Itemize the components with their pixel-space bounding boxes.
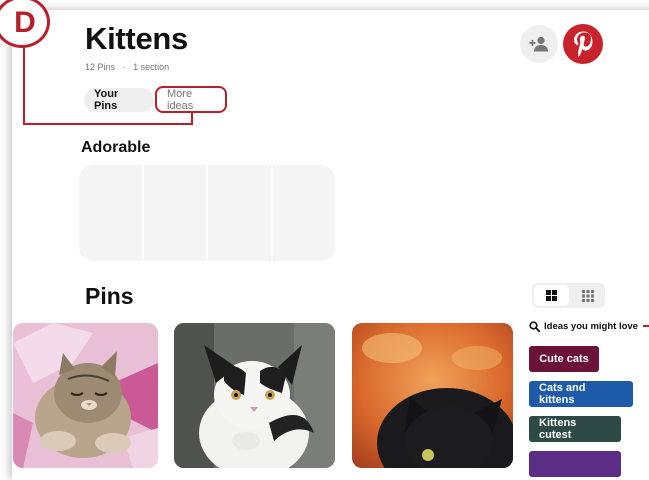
view-small-grid-button[interactable] bbox=[571, 283, 606, 308]
pins-title: Pins bbox=[85, 283, 134, 309]
meta-separator: · bbox=[122, 62, 126, 72]
pinterest-logo-icon bbox=[574, 31, 593, 57]
section-cover-tile bbox=[208, 165, 271, 261]
grid-large-icon bbox=[545, 290, 557, 301]
ideas-heading: Ideas you might love bbox=[529, 321, 638, 332]
kitten-photo-black-cat bbox=[352, 323, 513, 468]
add-collaborator-icon bbox=[529, 36, 548, 52]
callout-line-horizontal bbox=[23, 123, 193, 125]
section-cover-tile bbox=[143, 165, 206, 261]
add-collaborator-button[interactable] bbox=[520, 25, 558, 63]
pinterest-logo[interactable] bbox=[563, 24, 603, 64]
callout-line-vertical bbox=[23, 46, 25, 125]
idea-chip-cute-cats[interactable]: Cute cats bbox=[529, 346, 599, 372]
section-cover-tile bbox=[272, 165, 335, 261]
section-cover-tile bbox=[79, 165, 142, 261]
callout-edge-dash bbox=[643, 325, 649, 327]
section-title: Adorable bbox=[81, 139, 151, 156]
callout-line-connector bbox=[191, 111, 193, 125]
kitten-photo-sleeping-tabby bbox=[13, 323, 158, 468]
board-meta: 12 Pins · 1 section bbox=[85, 62, 169, 72]
section-cover[interactable] bbox=[79, 165, 335, 261]
section-count: 1 section bbox=[133, 62, 170, 72]
pin-card[interactable] bbox=[13, 323, 158, 468]
view-toggle bbox=[532, 283, 605, 308]
pin-card[interactable] bbox=[174, 323, 335, 468]
kitten-photo-black-white bbox=[174, 323, 335, 468]
idea-chip-kittens-cutest[interactable]: Kittens cutest bbox=[529, 416, 621, 442]
callout-letter: D bbox=[14, 6, 36, 39]
pin-card[interactable] bbox=[352, 323, 513, 468]
idea-chip-cats-and-kittens[interactable]: Cats and kittens bbox=[529, 381, 633, 407]
callout-highlight-box bbox=[155, 86, 227, 113]
idea-chip-more[interactable] bbox=[529, 451, 621, 477]
search-icon bbox=[529, 321, 540, 332]
tab-your-pins[interactable]: Your Pins bbox=[84, 88, 154, 112]
view-large-grid-button[interactable] bbox=[534, 285, 569, 306]
pin-count: 12 Pins bbox=[85, 62, 116, 72]
ideas-heading-label: Ideas you might love bbox=[544, 321, 638, 332]
grid-small-icon bbox=[581, 289, 594, 302]
board-title: Kittens bbox=[85, 21, 188, 56]
